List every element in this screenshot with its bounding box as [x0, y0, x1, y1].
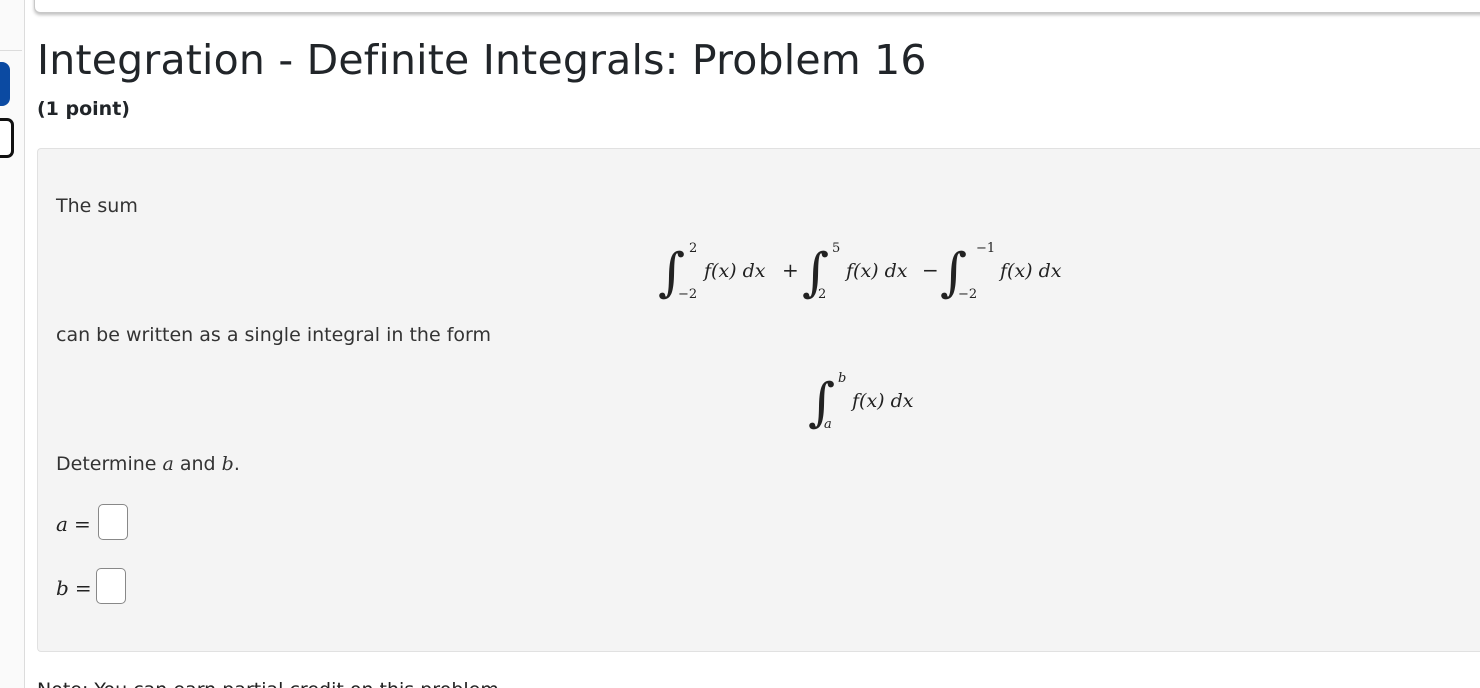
page: Integration - Definite Integrals: Proble… [0, 0, 1480, 688]
top-card [34, 0, 1480, 13]
lower-limit-a: a [824, 417, 832, 432]
integral-term-3: ∫ −1 −2 f(x) dx [940, 241, 1062, 303]
answer-b-input[interactable] [96, 568, 126, 604]
rail-divider [0, 50, 22, 51]
answer-b-var: b [56, 576, 69, 600]
var-b: b [221, 453, 234, 475]
upper-limit-2: 5 [832, 241, 840, 256]
answer-b-label: b = [56, 576, 92, 600]
integral-term-1: ∫ 2 −2 f(x) dx [658, 241, 766, 303]
partial-credit-note: Note: You can earn partial credit on thi… [37, 676, 505, 688]
minus-operator: − [922, 258, 939, 282]
determine-period: . [233, 453, 240, 475]
lower-limit-2: 2 [818, 287, 826, 302]
determine-line: Determine a and b. [56, 453, 240, 475]
answer-a-var: a [56, 512, 68, 536]
upper-limit-3: −1 [976, 241, 995, 256]
problem-body [37, 148, 1480, 652]
statement-line-2: can be written as a single integral in t… [56, 324, 491, 346]
answer-a-input[interactable] [98, 504, 128, 540]
answer-a-equals: = [73, 512, 91, 536]
single-integral-form: ∫ b a f(x) dx [808, 371, 914, 433]
integrand-1: f(x) dx [702, 260, 766, 282]
determine-and: and [173, 453, 222, 475]
answer-b-equals: = [74, 576, 92, 600]
integrand-3: f(x) dx [998, 260, 1062, 282]
var-a: a [162, 453, 174, 475]
statement-line-1: The sum [56, 195, 138, 217]
sum-of-integrals-equation: ∫ 2 −2 f(x) dx + ∫ 5 2 f(x) dx − ∫ −1 −2… [658, 241, 1062, 303]
determine-text: Determine [56, 453, 163, 475]
lower-limit-3: −2 [958, 287, 977, 302]
answer-a-label: a = [56, 512, 91, 536]
integrand-single: f(x) dx [850, 390, 914, 412]
upper-limit-b: b [838, 371, 846, 386]
points-label: (1 point) [37, 98, 130, 120]
side-secondary-button[interactable] [0, 118, 14, 158]
integrand-2: f(x) dx [844, 260, 908, 282]
side-primary-button[interactable] [0, 62, 10, 106]
plus-operator: + [782, 258, 799, 282]
page-title: Integration - Definite Integrals: Proble… [37, 36, 927, 84]
upper-limit-1: 2 [689, 241, 697, 256]
integral-term-2: ∫ 5 2 f(x) dx [802, 241, 908, 303]
lower-limit-1: −2 [678, 287, 697, 302]
